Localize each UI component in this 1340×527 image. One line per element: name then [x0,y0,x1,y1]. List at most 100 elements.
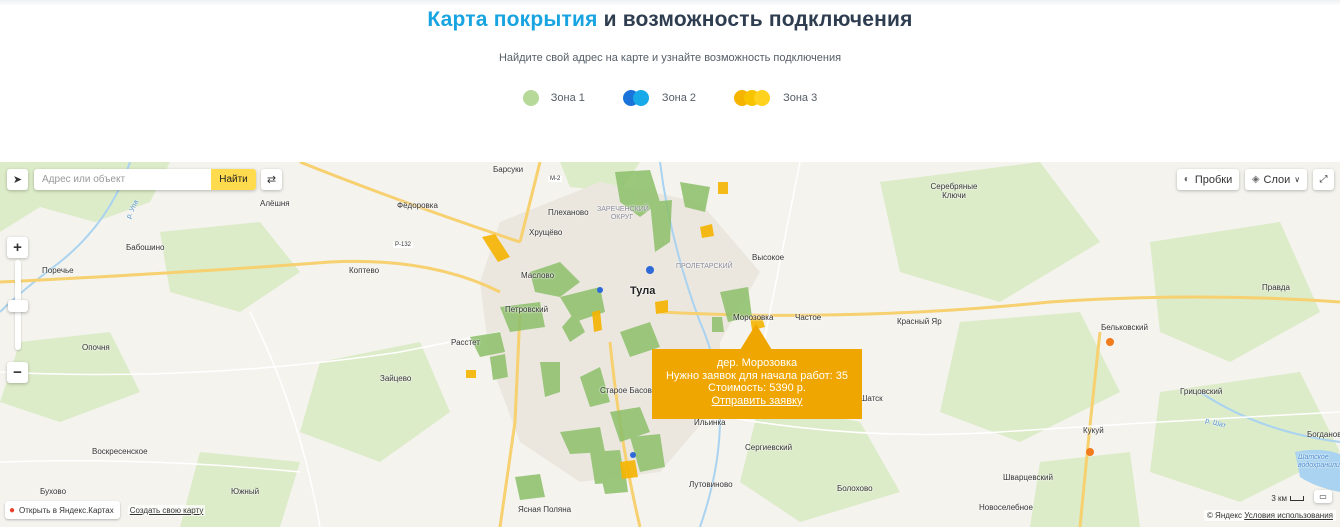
scale-bar [1290,496,1304,501]
zoom-in-button[interactable]: + [7,237,28,258]
map-label-vysokoe: Высокое [752,253,785,262]
traffic-icon: ◐ [1183,174,1190,185]
map-label-belkovsky: Бельковский [1101,323,1148,332]
zone-3-dot-c [754,90,771,106]
zoom-out-button[interactable]: − [7,362,28,383]
map-label-serebryanye-klyuchi: Серебряные Ключи [930,182,978,200]
scale-label: 3 км [1271,494,1287,503]
map-label-shatsk: Шатск [860,394,883,403]
zone-3-dots [734,90,771,106]
map-label-voskresenskoe: Воскресенское [92,447,148,456]
map-label-kukuy: Кукуй [1083,426,1104,435]
map-label-fedorovka: Фёдоровка [397,201,438,210]
map-label-staroe-basovo: Старое Басово [600,386,657,395]
map-label-maslovo: Маслово [521,271,555,280]
map-label-pravda: Правда [1262,283,1290,292]
map-label-bogdanovo: Богданово [1307,430,1340,439]
copyright-text: © Яндекс [1206,511,1242,520]
balloon-request-link[interactable]: Отправить заявку [652,395,862,408]
zone-2-dots [622,90,650,106]
legend-zone-2-label: Зона 2 [661,92,697,104]
map-label-baboshino: Бабошино [126,243,165,252]
page-subtitle: Найдите свой адрес на карте и узнайте во… [498,52,842,64]
map-label-yuzhny: Южный [231,487,260,496]
layers-label: Слои [1263,173,1291,186]
traffic-label: Пробки [1194,173,1233,186]
expand-icon: ⤢ [1319,174,1328,185]
legend-zone-3-label: Зона 3 [783,92,818,104]
map-label-city: Тула [630,285,656,297]
map-label-rasstet: Расстет [451,338,480,347]
layers-icon: ◈ [1251,174,1260,185]
map-label-shvartsevsky: Шварцевский [1003,473,1053,482]
coverage-map[interactable]: Барсуки Алёшня Фёдоровка Плеханово Хрущё… [0,162,1340,527]
map-search-button[interactable]: Найти [211,169,256,190]
legend-zone-1: Зона 1 [522,90,585,106]
map-label-yasnaya-polyana: Ясная Поляна [518,505,572,514]
balloon-place: дер. Морозовка [716,357,798,369]
page-title: Карта покрытия и возможность подключения [0,8,1340,32]
legend-zone-1-label: Зона 1 [550,92,585,104]
top-shadow [0,0,1340,6]
zone-1-dot [522,90,539,106]
map-label-koptevo: Коптево [349,266,380,275]
legend-zone-3: Зона 3 [734,90,817,106]
create-map-link[interactable]: Создать свою карту [127,504,206,516]
zone-1-dots [522,90,539,106]
map-label-novoselebnoe: Новоселебное [979,503,1033,512]
zone-balloon: дер. Морозовка Нужно заявок для начала р… [652,349,862,419]
ruler-icon: ▭ [1319,492,1327,501]
open-in-yandex-button[interactable]: ● Открыть в Яндекс.Картах [5,501,120,519]
location-arrow-icon: ➤ [12,174,23,186]
map-canvas[interactable] [0,162,1340,527]
terms-link[interactable]: Условия использования [1244,511,1333,520]
map-label-petrovsky: Петровский [505,305,549,314]
title-accent: Карта покрытия [427,8,598,31]
map-label-gritsovsky: Грицовский [1180,387,1223,396]
map-label-chastoe: Частое [795,313,822,322]
map-label-plekhanovo: Плеханово [548,208,589,217]
map-label-lutovinovo: Лутовиново [689,480,733,489]
map-label-porechye: Поречье [42,266,74,275]
layers-button[interactable]: ◈ Слои ∨ [1245,169,1307,190]
zone-legend: Зона 1 Зона 2 Зона 3 [0,90,1340,106]
balloon-cost: Стоимость: 5390 р. [708,382,806,394]
map-label-opochnya: Опочня [82,343,110,352]
zone-2-dot-b [632,90,649,106]
geolocation-button[interactable]: ➤ [7,169,28,190]
route-icon: ⇄ [266,174,277,186]
map-label-ilyinka: Ильинка [694,418,726,427]
coverage-page: Карта покрытия и возможность подключения… [0,0,1340,527]
map-pin-icon: ● [9,504,16,516]
road-label-r132: Р-132 [393,242,414,248]
reservoir-label: Шатское водохранилище [1298,454,1340,469]
map-label-sergievsky: Сергиевский [745,443,793,452]
map-label-bolokhovo: Болохово [837,484,873,493]
ruler-button[interactable]: ▭ [1314,490,1332,503]
map-bottom-left: ● Открыть в Яндекс.Картах Создать свою к… [5,501,206,519]
map-label-bukhovo: Бухово [40,487,67,496]
map-label-khrushchevo: Хрущёво [529,228,563,237]
balloon-requests: Нужно заявок для начала работ: 35 [665,369,849,382]
title-rest: и возможность подключения [597,8,913,31]
balloon-tail [740,324,772,350]
map-label-proletarsky: ПРОЛЕТАРСКИЙ [676,263,733,270]
map-search: Найти [34,169,256,190]
traffic-button[interactable]: ◐ Пробки [1177,169,1239,190]
map-copyright: © Яндекс Условия использования [1203,510,1336,521]
chevron-down-icon: ∨ [1294,175,1301,184]
open-in-yandex-label: Открыть в Яндекс.Картах [19,505,114,515]
fullscreen-button[interactable]: ⤢ [1313,169,1334,190]
route-button[interactable]: ⇄ [261,169,282,190]
zoom-slider-handle[interactable] [8,300,28,312]
map-search-input[interactable] [34,169,211,190]
map-label-aleshnya: Алёшня [260,199,290,208]
legend-zone-2: Зона 2 [622,90,697,106]
map-label-zarechensky: ЗАРЕЧЕНСКИЙ ОКРУГ [597,206,649,221]
map-scale: 3 км [1271,494,1304,503]
map-label-krasny-yar: Красный Яр [897,317,942,326]
map-label-zaytsevo: Зайцево [380,374,412,383]
map-label-morozovka: Морозовка [733,313,774,322]
map-label-barsuki: Барсуки [493,165,524,174]
road-label-m2: М-2 [548,176,563,182]
